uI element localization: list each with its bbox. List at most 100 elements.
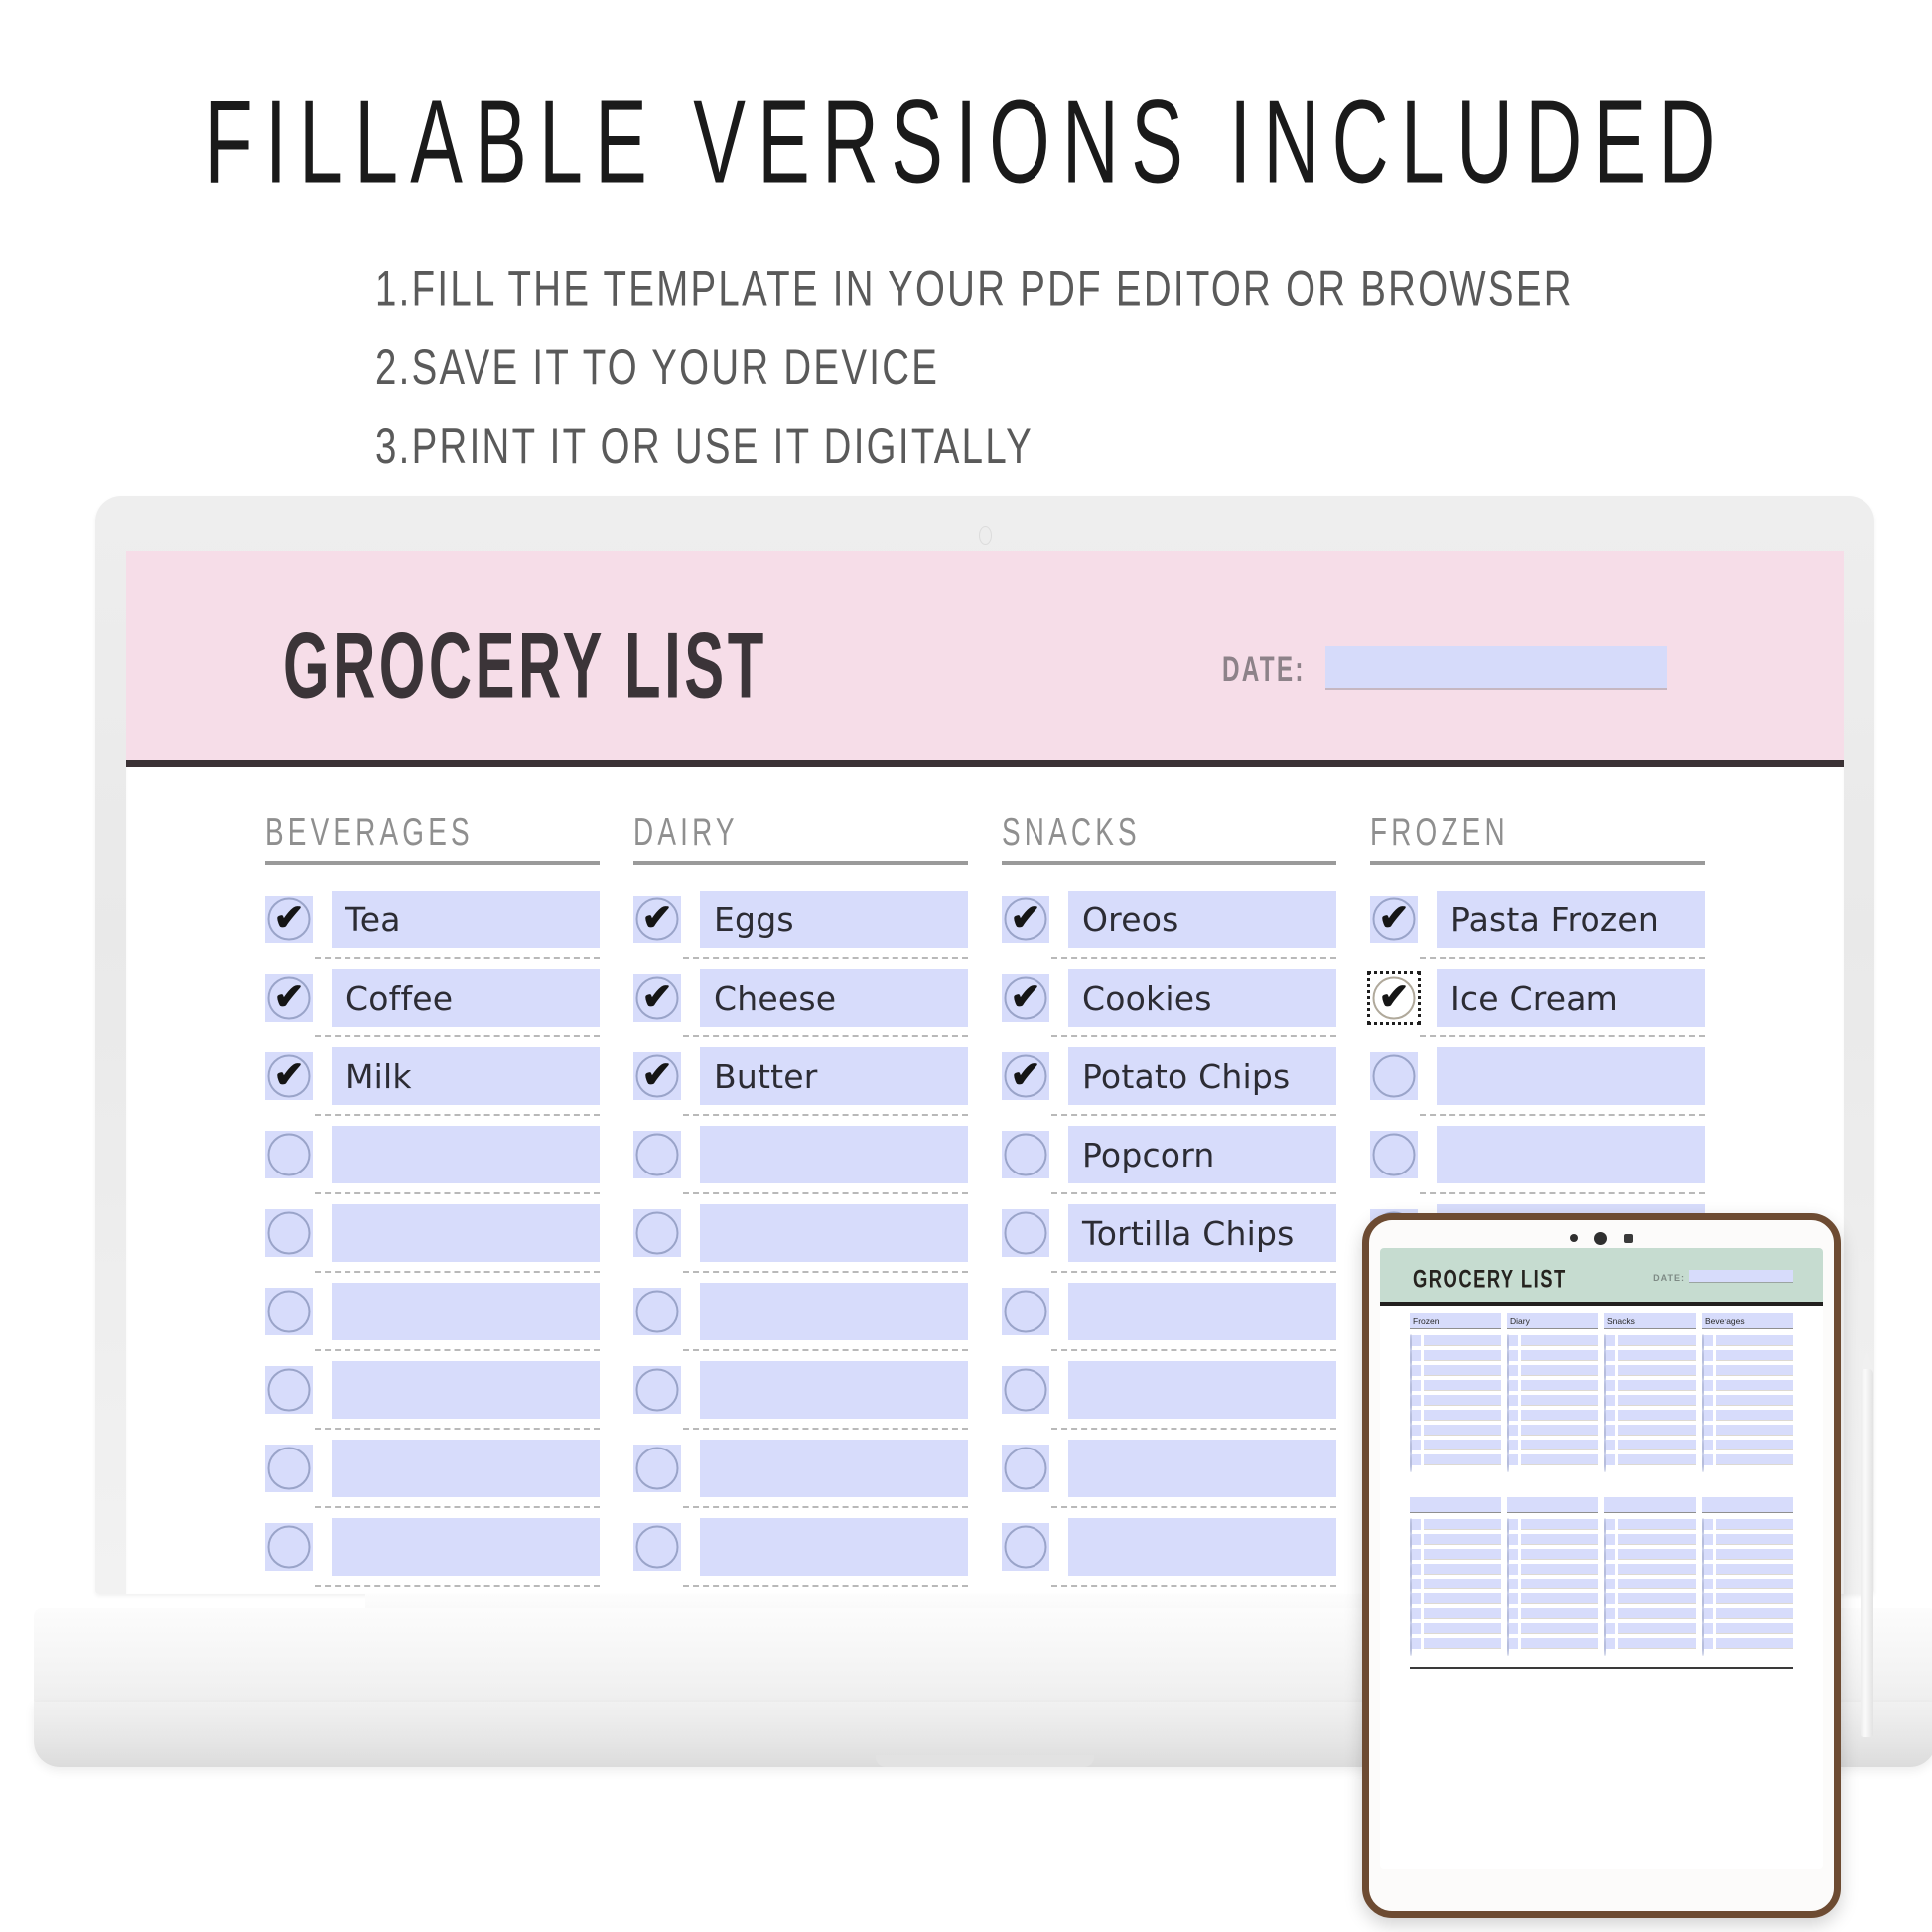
checkbox-unchecked[interactable] bbox=[633, 1209, 681, 1257]
grocery-item-input[interactable]: Eggs bbox=[700, 891, 968, 948]
tablet-grocery-item-input[interactable] bbox=[1618, 1608, 1696, 1619]
tablet-checkbox-unchecked[interactable] bbox=[1604, 1578, 1615, 1596]
tablet-checkbox-unchecked[interactable] bbox=[1702, 1563, 1713, 1582]
checkbox-checked[interactable]: ✔ bbox=[265, 1052, 313, 1100]
tablet-grocery-item-input[interactable] bbox=[1618, 1454, 1696, 1465]
checkbox-checked[interactable]: ✔ bbox=[1002, 974, 1049, 1022]
tablet-checkbox-unchecked[interactable] bbox=[1702, 1439, 1713, 1457]
checkbox-unchecked[interactable] bbox=[1002, 1445, 1049, 1492]
tablet-grocery-item-input[interactable] bbox=[1521, 1564, 1598, 1575]
tablet-checkbox-unchecked[interactable] bbox=[1507, 1533, 1518, 1552]
tablet-grocery-item-input[interactable] bbox=[1521, 1638, 1598, 1649]
tablet-checkbox-unchecked[interactable] bbox=[1604, 1592, 1615, 1611]
tablet-checkbox-unchecked[interactable] bbox=[1702, 1533, 1713, 1552]
checkbox-checked[interactable]: ✔ bbox=[265, 896, 313, 943]
tablet-grocery-item-input[interactable] bbox=[1618, 1534, 1696, 1545]
tablet-section-title-input[interactable] bbox=[1604, 1497, 1696, 1513]
grocery-item-input[interactable] bbox=[1068, 1518, 1336, 1576]
tablet-grocery-item-input[interactable] bbox=[1424, 1519, 1501, 1530]
tablet-checkbox-unchecked[interactable] bbox=[1702, 1349, 1713, 1368]
tablet-grocery-item-input[interactable] bbox=[1424, 1638, 1501, 1649]
tablet-checkbox-unchecked[interactable] bbox=[1507, 1637, 1518, 1656]
tablet-grocery-item-input[interactable] bbox=[1424, 1608, 1501, 1619]
tablet-checkbox-unchecked[interactable] bbox=[1410, 1578, 1421, 1596]
tablet-checkbox-unchecked[interactable] bbox=[1702, 1409, 1713, 1428]
tablet-grocery-item-input[interactable] bbox=[1716, 1410, 1793, 1421]
checkbox-checked[interactable]: ✔ bbox=[1002, 1052, 1049, 1100]
checkbox-checked[interactable]: ✔ bbox=[265, 974, 313, 1022]
tablet-date-input[interactable] bbox=[1689, 1270, 1793, 1283]
checkbox-unchecked[interactable] bbox=[265, 1209, 313, 1257]
checkbox-unchecked[interactable] bbox=[1002, 1288, 1049, 1335]
checkbox-unchecked[interactable] bbox=[1370, 1131, 1418, 1178]
tablet-grocery-item-input[interactable] bbox=[1716, 1608, 1793, 1619]
tablet-grocery-item-input[interactable] bbox=[1424, 1410, 1501, 1421]
grocery-item-input[interactable] bbox=[700, 1440, 968, 1497]
grocery-item-input[interactable]: Cookies bbox=[1068, 969, 1336, 1027]
tablet-checkbox-unchecked[interactable] bbox=[1410, 1453, 1421, 1472]
tablet-checkbox-unchecked[interactable] bbox=[1507, 1424, 1518, 1443]
tablet-grocery-item-input[interactable] bbox=[1521, 1534, 1598, 1545]
checkbox-unchecked[interactable] bbox=[633, 1445, 681, 1492]
tablet-grocery-item-input[interactable] bbox=[1521, 1440, 1598, 1450]
tablet-grocery-item-input[interactable] bbox=[1716, 1638, 1793, 1649]
tablet-checkbox-unchecked[interactable] bbox=[1702, 1637, 1713, 1656]
tablet-checkbox-unchecked[interactable] bbox=[1604, 1637, 1615, 1656]
tablet-grocery-item-input[interactable] bbox=[1716, 1350, 1793, 1361]
tablet-checkbox-unchecked[interactable] bbox=[1410, 1622, 1421, 1641]
tablet-checkbox-unchecked[interactable] bbox=[1410, 1424, 1421, 1443]
tablet-grocery-item-input[interactable] bbox=[1716, 1454, 1793, 1465]
tablet-checkbox-unchecked[interactable] bbox=[1702, 1518, 1713, 1537]
tablet-checkbox-unchecked[interactable] bbox=[1604, 1533, 1615, 1552]
tablet-checkbox-unchecked[interactable] bbox=[1410, 1379, 1421, 1398]
tablet-checkbox-unchecked[interactable] bbox=[1410, 1563, 1421, 1582]
tablet-checkbox-unchecked[interactable] bbox=[1604, 1622, 1615, 1641]
tablet-checkbox-unchecked[interactable] bbox=[1604, 1334, 1615, 1353]
tablet-checkbox-unchecked[interactable] bbox=[1604, 1607, 1615, 1626]
tablet-grocery-item-input[interactable] bbox=[1521, 1425, 1598, 1436]
tablet-grocery-item-input[interactable] bbox=[1424, 1579, 1501, 1589]
tablet-grocery-item-input[interactable] bbox=[1424, 1395, 1501, 1406]
checkbox-checked[interactable]: ✔ bbox=[1370, 896, 1418, 943]
tablet-checkbox-unchecked[interactable] bbox=[1702, 1548, 1713, 1567]
tablet-grocery-item-input[interactable] bbox=[1716, 1440, 1793, 1450]
checkbox-unchecked[interactable] bbox=[1002, 1209, 1049, 1257]
tablet-checkbox-unchecked[interactable] bbox=[1507, 1409, 1518, 1428]
tablet-grocery-item-input[interactable] bbox=[1716, 1579, 1793, 1589]
tablet-checkbox-unchecked[interactable] bbox=[1604, 1563, 1615, 1582]
tablet-checkbox-unchecked[interactable] bbox=[1410, 1409, 1421, 1428]
tablet-checkbox-unchecked[interactable] bbox=[1410, 1439, 1421, 1457]
grocery-item-input[interactable]: Potato Chips bbox=[1068, 1047, 1336, 1105]
grocery-item-input[interactable] bbox=[700, 1518, 968, 1576]
tablet-section-title-input[interactable] bbox=[1507, 1497, 1598, 1513]
tablet-checkbox-unchecked[interactable] bbox=[1410, 1394, 1421, 1413]
grocery-item-input[interactable] bbox=[700, 1126, 968, 1183]
tablet-grocery-item-input[interactable] bbox=[1716, 1534, 1793, 1545]
grocery-item-input[interactable] bbox=[332, 1283, 600, 1340]
tablet-checkbox-unchecked[interactable] bbox=[1702, 1592, 1713, 1611]
tablet-grocery-item-input[interactable] bbox=[1618, 1425, 1696, 1436]
tablet-grocery-item-input[interactable] bbox=[1618, 1549, 1696, 1560]
tablet-grocery-item-input[interactable] bbox=[1521, 1454, 1598, 1465]
tablet-checkbox-unchecked[interactable] bbox=[1410, 1607, 1421, 1626]
tablet-grocery-item-input[interactable] bbox=[1716, 1380, 1793, 1391]
checkbox-unchecked[interactable] bbox=[265, 1131, 313, 1178]
tablet-grocery-item-input[interactable] bbox=[1716, 1564, 1793, 1575]
tablet-checkbox-unchecked[interactable] bbox=[1604, 1409, 1615, 1428]
tablet-grocery-item-input[interactable] bbox=[1521, 1608, 1598, 1619]
tablet-grocery-item-input[interactable] bbox=[1521, 1350, 1598, 1361]
tablet-grocery-item-input[interactable] bbox=[1424, 1564, 1501, 1575]
tablet-checkbox-unchecked[interactable] bbox=[1604, 1394, 1615, 1413]
tablet-checkbox-unchecked[interactable] bbox=[1507, 1563, 1518, 1582]
tablet-grocery-item-input[interactable] bbox=[1521, 1623, 1598, 1634]
tablet-checkbox-unchecked[interactable] bbox=[1410, 1334, 1421, 1353]
checkbox-unchecked[interactable] bbox=[1370, 1052, 1418, 1100]
grocery-item-input[interactable] bbox=[700, 1361, 968, 1419]
tablet-checkbox-unchecked[interactable] bbox=[1702, 1424, 1713, 1443]
grocery-item-input[interactable]: Ice Cream bbox=[1437, 969, 1705, 1027]
date-input[interactable] bbox=[1325, 646, 1667, 690]
tablet-grocery-item-input[interactable] bbox=[1618, 1440, 1696, 1450]
tablet-grocery-item-input[interactable] bbox=[1716, 1519, 1793, 1530]
tablet-grocery-item-input[interactable] bbox=[1618, 1350, 1696, 1361]
tablet-grocery-item-input[interactable] bbox=[1618, 1335, 1696, 1346]
